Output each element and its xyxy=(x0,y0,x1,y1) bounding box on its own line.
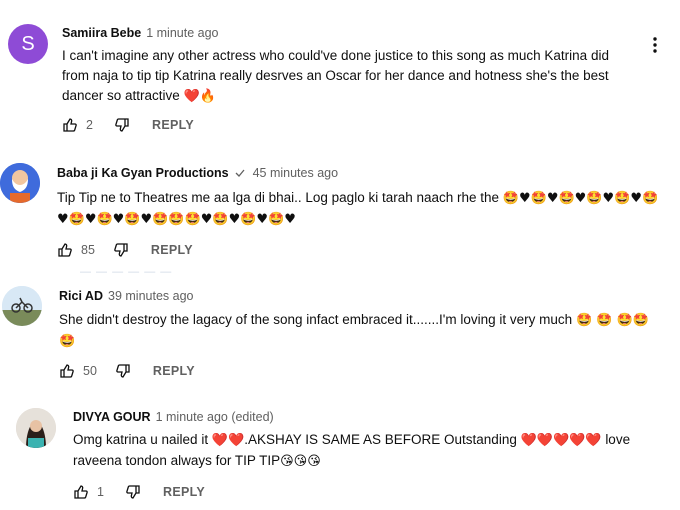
comment-actions: 2 REPLY xyxy=(62,117,194,133)
emoji-text: ❤️❤️ xyxy=(211,433,245,448)
more-options-icon[interactable] xyxy=(652,36,658,54)
avatar[interactable] xyxy=(0,163,40,203)
verified-check-icon xyxy=(235,169,245,177)
comment-text: I can't imagine any other actress who co… xyxy=(62,46,622,107)
comment-text-part1: Omg katrina u nailed it xyxy=(73,432,209,447)
comment-actions: 85 REPLY xyxy=(57,242,193,258)
like-count: 1 xyxy=(97,485,104,499)
comment-text-content: Tip Tip ne to Theatres me aa lga di bhai… xyxy=(57,190,500,205)
comment-text-content: I can't imagine any other actress who co… xyxy=(62,48,609,103)
thumbs-down-icon[interactable] xyxy=(125,484,141,500)
comment-header: Samiira Bebe 1 minute ago xyxy=(62,26,219,40)
comment-author[interactable]: Rici AD xyxy=(59,289,103,303)
comment-actions: 50 REPLY xyxy=(59,363,195,379)
comment-time[interactable]: 39 minutes ago xyxy=(108,289,193,303)
reply-button[interactable]: REPLY xyxy=(152,118,194,132)
comment-text: She didn't destroy the lagacy of the son… xyxy=(59,310,659,352)
avatar-image xyxy=(0,163,40,203)
emoji-text: ❤️❤️❤️❤️❤️ xyxy=(520,433,602,448)
avatar-image xyxy=(2,286,42,326)
comment-text-content: She didn't destroy the lagacy of the son… xyxy=(59,312,573,327)
like-count: 85 xyxy=(81,243,95,257)
comment-text: Tip Tip ne to Theatres me aa lga di bhai… xyxy=(57,188,667,230)
thumbs-up-icon[interactable] xyxy=(59,363,75,379)
comment-time[interactable]: 45 minutes ago xyxy=(253,166,338,180)
thumbs-up-icon[interactable] xyxy=(62,117,78,133)
thumbs-down-icon[interactable] xyxy=(114,117,130,133)
emoji-text: ❤️🔥 xyxy=(183,89,216,104)
comment-time[interactable]: 1 minute ago xyxy=(146,26,218,40)
comment-text: Omg katrina u nailed it ❤️❤️.AKSHAY IS S… xyxy=(73,430,668,472)
comment-actions: 1 REPLY xyxy=(73,484,205,500)
avatar-letter: S xyxy=(21,32,35,55)
comment-text-part2: .AKSHAY IS SAME AS BEFORE Outstanding xyxy=(244,432,517,447)
reply-button[interactable]: REPLY xyxy=(163,485,205,499)
avatar[interactable]: S xyxy=(8,24,48,64)
comment-author[interactable]: DIVYA GOUR xyxy=(73,410,151,424)
avatar-image xyxy=(16,408,56,448)
comment-header: Baba ji Ka Gyan Productions 45 minutes a… xyxy=(57,166,338,180)
reply-button[interactable]: REPLY xyxy=(151,243,193,257)
comment-header: DIVYA GOUR 1 minute ago (edited) xyxy=(73,410,274,424)
comment-time[interactable]: 1 minute ago (edited) xyxy=(156,410,274,424)
like-count: 2 xyxy=(86,118,93,132)
reply-button[interactable]: REPLY xyxy=(153,364,195,378)
thumbs-up-icon[interactable] xyxy=(73,484,89,500)
comment-header: Rici AD 39 minutes ago xyxy=(59,289,193,303)
comment-author[interactable]: Baba ji Ka Gyan Productions xyxy=(57,166,229,180)
like-count: 50 xyxy=(83,364,97,378)
thumbs-down-icon[interactable] xyxy=(115,363,131,379)
comment-author[interactable]: Samiira Bebe xyxy=(62,26,141,40)
avatar[interactable] xyxy=(16,408,56,448)
emoji-text: 😘😘😘 xyxy=(280,454,321,469)
thumbs-up-icon[interactable] xyxy=(57,242,73,258)
faded-overlay-text: — — — — — — xyxy=(80,266,173,278)
thumbs-down-icon[interactable] xyxy=(113,242,129,258)
avatar[interactable] xyxy=(2,286,42,326)
